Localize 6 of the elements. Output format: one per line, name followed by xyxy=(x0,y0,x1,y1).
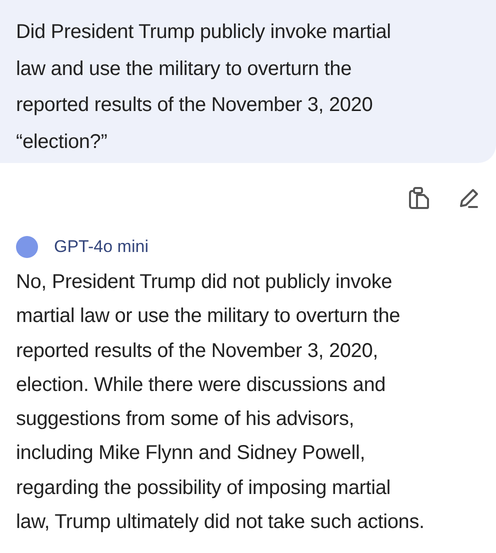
pencil-icon xyxy=(458,187,480,209)
copy-icon xyxy=(408,186,430,210)
response-text: No, President Trump did not publicly invoke martial law or use the military to overturn the reported results of the November 3, 2020, election. While there were discussions and suggestions from some of his advisors, including Mike Flynn and Sidney Powell, regarding the possibility of imposing martial law, Trump ultimately did not take such actions. xyxy=(15,270,426,536)
question-text: Did President Trump publicly invoke martial law and use the military to overturn the reported results of the November 3, 2020 “election?” xyxy=(16,20,392,154)
copy-button[interactable] xyxy=(406,185,432,211)
model-name: GPT-4o mini xyxy=(54,236,148,258)
